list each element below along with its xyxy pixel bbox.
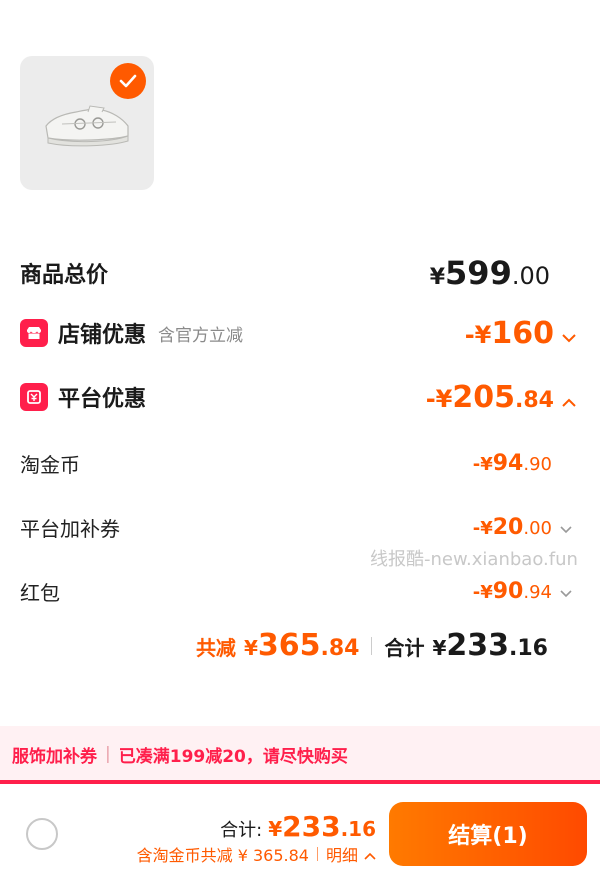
sneaker-image [45,105,129,147]
select-all-radio[interactable] [26,818,58,850]
watermark-text: 线报酷-new.xianbao.fun [370,549,578,570]
divider [316,847,318,861]
deduct-detail[interactable]: 含淘金币共减 ¥ 365.84 明细 [137,842,376,866]
detail-link[interactable]: 明细 [326,842,358,866]
checkout-button[interactable]: 结算(1) [389,802,587,866]
selected-check-icon[interactable] [110,63,146,99]
platform-coupon-value: -¥ 20 .00 [473,515,572,540]
row-total-price: 商品总价 ¥ 599 .00 [20,254,576,292]
shop-discount-sublabel: 含官方立减 [158,325,244,346]
row-shop-discount[interactable]: 店铺优惠 含官方立减 -¥ 160 [20,316,576,351]
taojinbi-label: 淘金币 [20,452,80,477]
saved-amount: 365 [257,628,321,663]
platform-discount-value: -¥ 205 .84 [426,380,576,415]
promo-banner[interactable]: 服饰加补券 | 已凑满199减20，请尽快购买 [0,726,600,782]
platform-coupon-label: 平台加补券 [20,516,120,541]
platform-discount-label: 平台优惠 [58,387,147,412]
checkout-bar: 合计: ¥ 233 .16 含淘金币共减 ¥ 365.84 明细 结算(1) [0,784,600,872]
red-packet-label: 红包 [20,580,60,605]
chevron-up-icon [364,845,376,864]
red-packet-value: -¥ 90 .94 [473,579,572,604]
promo-separator: | [105,744,111,764]
divider [371,636,373,655]
promo-tag: 服饰加补券 [12,746,97,767]
deduct-text: 含淘金币共减 ¥ 365.84 [136,846,309,865]
shop-icon [20,319,48,347]
total-price-label: 商品总价 [20,263,109,288]
total-amount: 233 [446,628,510,663]
chevron-down-icon [562,328,576,347]
row-taojinbi: 淘金币 -¥ 94 .90 [20,448,576,478]
saved-label: 共减 [195,636,236,660]
total-price-value: ¥ 599 .00 [429,254,550,292]
row-platform-coupon[interactable]: 平台加补券 -¥ 20 .00 [20,512,576,542]
bottom-total: 合计: ¥ 233 .16 [220,810,376,843]
chevron-down-icon [560,583,572,602]
coupon-icon [20,383,48,411]
row-red-packet[interactable]: 红包 -¥ 90 .94 [20,576,576,606]
promo-text: 已凑满199减20，请尽快购买 [118,746,348,767]
order-summary: 共减 ¥ 365 .84 合计 ¥ 233 .16 [195,628,548,663]
taojinbi-value: -¥ 94 .90 [472,450,552,476]
total-label: 合计 [384,636,425,660]
row-platform-discount[interactable]: 平台优惠 -¥ 205 .84 [20,380,576,415]
bottom-total-amount: 233 [282,810,341,843]
shop-discount-value: -¥ 160 [465,316,576,351]
chevron-down-icon [560,519,572,538]
shop-discount-label: 店铺优惠 [58,323,147,348]
chevron-up-icon [562,392,576,411]
